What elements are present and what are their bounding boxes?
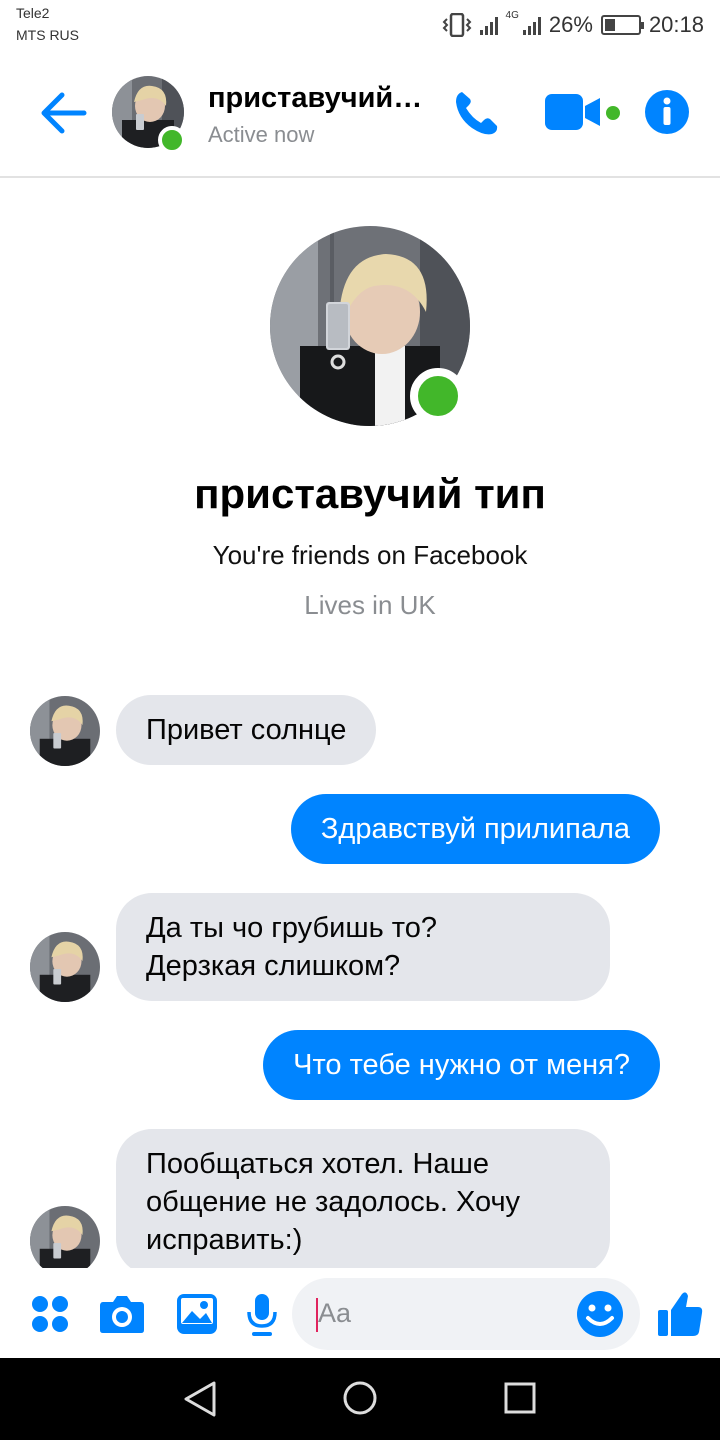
thumbs-up-icon[interactable] [656,1288,704,1338]
back-triangle-icon[interactable] [182,1380,218,1418]
conversation-header: приставучий… Active now [0,52,720,178]
clock: 20:18 [648,12,704,37]
profile-name: приставучий тип [194,470,546,517]
sender-avatar[interactable] [30,1206,100,1268]
video-active-dot [606,106,620,120]
online-status-dot [158,126,186,154]
profile-online-dot [410,368,466,424]
outgoing-message[interactable]: Что тебе нужно от меня? [263,1030,660,1100]
carrier-secondary: MTS RUS [16,27,79,43]
recents-square-icon[interactable] [504,1382,536,1414]
sender-avatar[interactable] [30,932,100,1002]
signal-icon-2 [522,15,541,35]
phone-icon[interactable] [452,88,500,138]
message-input-placeholder: Aa [318,1298,352,1328]
emoji-icon[interactable] [576,1290,624,1338]
status-bar: Tele2 MTS RUS 4G 26% 20:18 [0,0,720,52]
system-navigation-bar [0,1358,720,1440]
outgoing-message[interactable]: Здравствуй прилипала [290,794,660,864]
message-thread[interactable]: Привет солнце Здравствуй прилипала Да ты… [0,680,720,1268]
sender-avatar[interactable] [30,696,100,766]
incoming-message[interactable]: Да ты чо грубишь то? Дерзкая слишком? [116,893,610,1001]
camera-icon[interactable] [99,1294,145,1334]
active-status: Active now [208,122,315,147]
signal-icon [479,15,498,35]
battery-percent: 26% [548,12,593,37]
back-arrow-icon[interactable] [38,90,88,136]
network-type-label: 4G [505,10,519,21]
friendship-info: You're friends on Facebook [212,540,528,570]
carrier-primary: Tele2 [16,5,50,21]
message-composer: Aa [0,1270,720,1358]
info-icon[interactable] [644,89,690,135]
home-circle-icon[interactable] [342,1380,378,1416]
microphone-icon[interactable] [246,1292,278,1338]
incoming-message[interactable]: Привет солнце [116,695,377,765]
incoming-message[interactable]: Пообщаться хотел. Наше общение не задоло… [116,1129,610,1268]
video-camera-icon[interactable] [544,92,604,132]
more-apps-icon[interactable] [30,1294,70,1334]
battery-icon [600,15,644,35]
gallery-icon[interactable] [176,1293,218,1335]
vibrate-icon [442,13,471,37]
location-info: Lives in UK [304,590,436,620]
contact-name[interactable]: приставучий… [208,82,434,115]
status-icons: 4G 26% 20:18 [442,10,704,40]
